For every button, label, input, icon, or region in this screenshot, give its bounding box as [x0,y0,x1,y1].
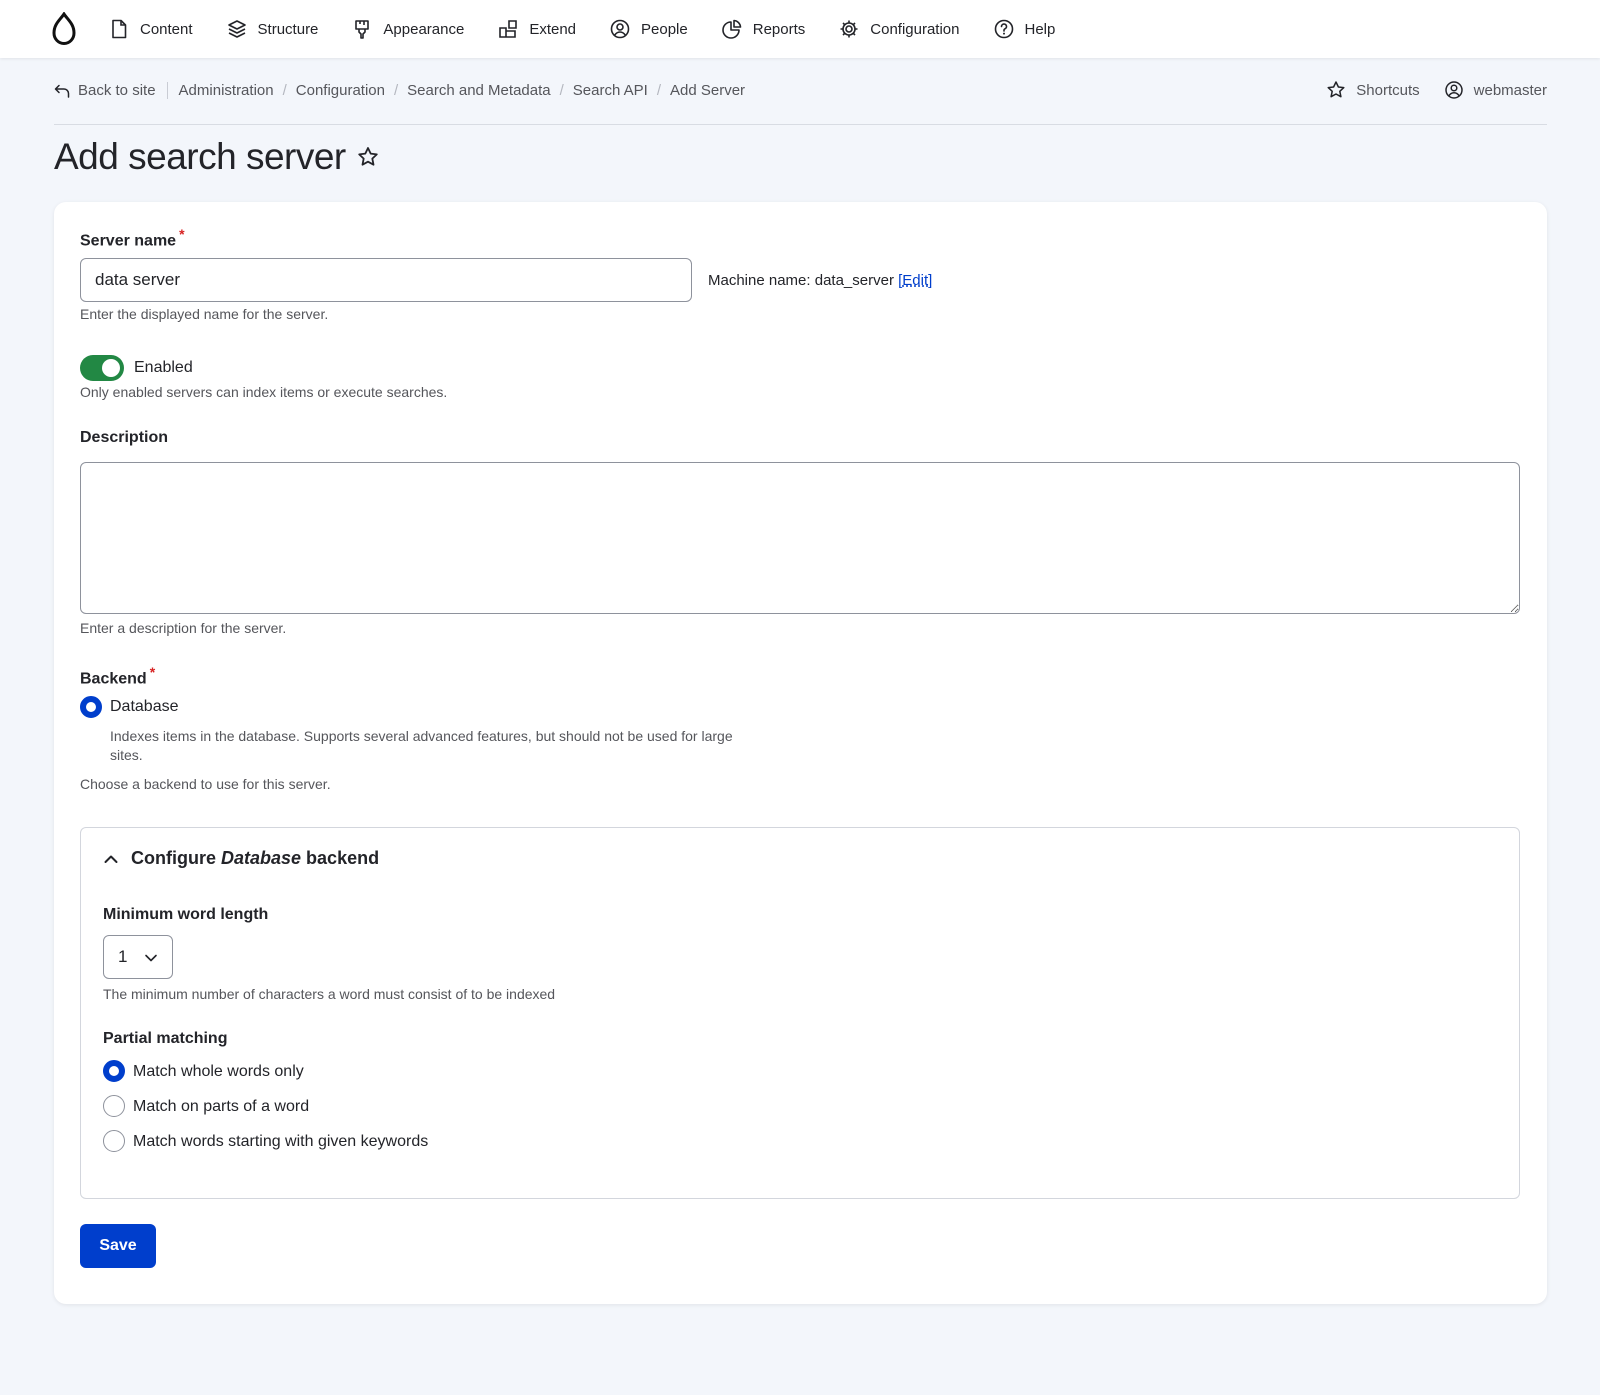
nav-item-label: People [641,20,688,38]
partial-matching-parts-label: Match on parts of a word [133,1098,310,1115]
server-name-label-text: Server name [80,232,177,250]
breadcrumb-separator: / [656,82,661,99]
drupal-logo-icon[interactable] [50,12,78,46]
nav-item-extend[interactable]: Extend [497,18,576,40]
partial-matching-whole-words-radio[interactable] [103,1060,125,1082]
nav-item-help[interactable]: Help [993,18,1056,40]
partial-matching-prefix-radio[interactable] [103,1130,125,1152]
description-label: Description [80,429,169,446]
backend-label-text: Backend [80,670,147,688]
nav-item-reports[interactable]: Reports [721,18,806,40]
server-name-input[interactable] [80,258,692,302]
partial-matching-parts-radio[interactable] [103,1095,125,1117]
paint-brush-icon [355,20,370,39]
enabled-description: Only enabled servers can index items or … [80,384,448,400]
machine-name-edit-link[interactable]: Edit [902,272,928,289]
backend-database-description-line: Indexes items in the database. Supports … [110,728,733,744]
summary-prefix: Configure [131,848,216,868]
backend-database-description-line: sites. [110,747,143,763]
nav-item-configuration[interactable]: Configuration [838,18,960,40]
header-links: Shortcuts webmaster [1302,80,1547,100]
edit-bracket-close: ] [928,272,933,289]
user-name: webmaster [1473,81,1547,99]
toggle-knob [102,359,120,377]
back-to-site-link[interactable]: Back to site [54,82,168,99]
nav-item-appearance[interactable]: Appearance [351,18,464,40]
nav-item-label: Reports [752,20,806,38]
nav-item-content[interactable]: Content [108,18,193,40]
nav-item-structure[interactable]: Structure [226,18,319,40]
partial-matching-prefix-label: Match words starting with given keywords [133,1133,429,1150]
nav-item-label: Extend [529,20,577,38]
layers-icon [227,20,246,38]
summary-emphasis: Database [221,848,302,868]
user-circle-icon [610,19,630,39]
required-marker: * [149,664,156,680]
nav-item-label: Content [140,20,193,38]
breadcrumb-item-administration[interactable]: Administration [179,82,274,99]
backend-database-description: Indexes items in the database. Supports … [110,727,733,765]
help-circle-icon [994,19,1013,39]
document-icon [112,19,127,39]
backend-label: Backend * [80,664,155,688]
machine-name-text: Machine name: data_server [708,272,899,289]
breadcrumb-item-search-api[interactable]: Search API [573,82,648,99]
breadcrumb-item-configuration[interactable]: Configuration [296,82,385,99]
nav-item-label: Appearance [383,20,465,38]
description-help: Enter a description for the server. [80,620,287,636]
user-menu-link[interactable]: webmaster [1444,80,1547,100]
partial-matching-whole-words-label: Match whole words only [133,1063,304,1080]
enabled-label: Enabled [134,359,193,376]
main-nav: Content Structure Appearance Extend Peop… [108,0,1088,58]
puzzle-blocks-icon [499,20,518,38]
add-shortcut-star-icon[interactable] [356,145,380,169]
chevron-down-icon [145,954,157,962]
back-arrow-icon [54,84,70,98]
breadcrumb-separator: / [559,82,564,99]
nav-item-label: Structure [257,20,319,38]
backend-database-label: Database [110,698,179,715]
admin-toolbar: Content Structure Appearance Extend Peop… [0,0,1600,58]
breadcrumb-item-search-metadata[interactable]: Search and Metadata [407,82,550,99]
save-button[interactable]: Save [80,1224,156,1268]
server-name-description: Enter the displayed name for the server. [80,306,329,322]
backend-config-details: Configure Database backend Minimum word le… [80,827,1520,1199]
pie-chart-icon [721,19,742,39]
back-to-site-label: Back to site [78,82,156,99]
breadcrumb-separator: / [282,82,287,99]
enabled-toggle[interactable] [80,355,124,381]
min-word-length-select[interactable]: 1 [103,935,173,979]
backend-config-summary[interactable]: Configure Database backend [103,848,379,869]
nav-item-label: Configuration [870,20,960,38]
min-word-length-description: The minimum number of characters a word … [103,986,556,1002]
breadcrumb-item-add-server: Add Server [670,82,746,99]
backend-database-radio[interactable] [80,696,102,718]
chevron-up-icon [104,855,118,863]
shortcuts-label: Shortcuts [1356,81,1420,99]
nav-item-people[interactable]: People [609,18,688,40]
breadcrumb: Back to site Administration / Configurat… [54,82,745,99]
shortcuts-link[interactable]: Shortcuts [1326,80,1420,100]
summary-suffix: backend [306,848,380,868]
user-circle-icon [1444,81,1463,99]
backend-help: Choose a backend to use for this server. [80,776,331,792]
server-name-label: Server name * [80,226,185,250]
nav-item-label: Help [1024,20,1056,38]
partial-matching-label: Partial matching [103,1030,228,1047]
min-word-length-label: Minimum word length [103,906,269,923]
page-title: Add search server [54,136,380,178]
required-marker: * [179,226,185,242]
page-title-text: Add search server [54,136,346,177]
gear-icon [840,20,858,38]
min-word-length-value: 1 [118,947,128,966]
machine-name: Machine name: data_server [Edit] [708,272,932,289]
breadcrumb-separator: / [394,82,399,99]
description-textarea[interactable] [80,462,1520,614]
star-icon [1327,81,1345,98]
breadcrumb-bar: Back to site Administration / Configurat… [54,78,1547,125]
form-card: Server name* Machine name: data_server [… [54,202,1547,1304]
